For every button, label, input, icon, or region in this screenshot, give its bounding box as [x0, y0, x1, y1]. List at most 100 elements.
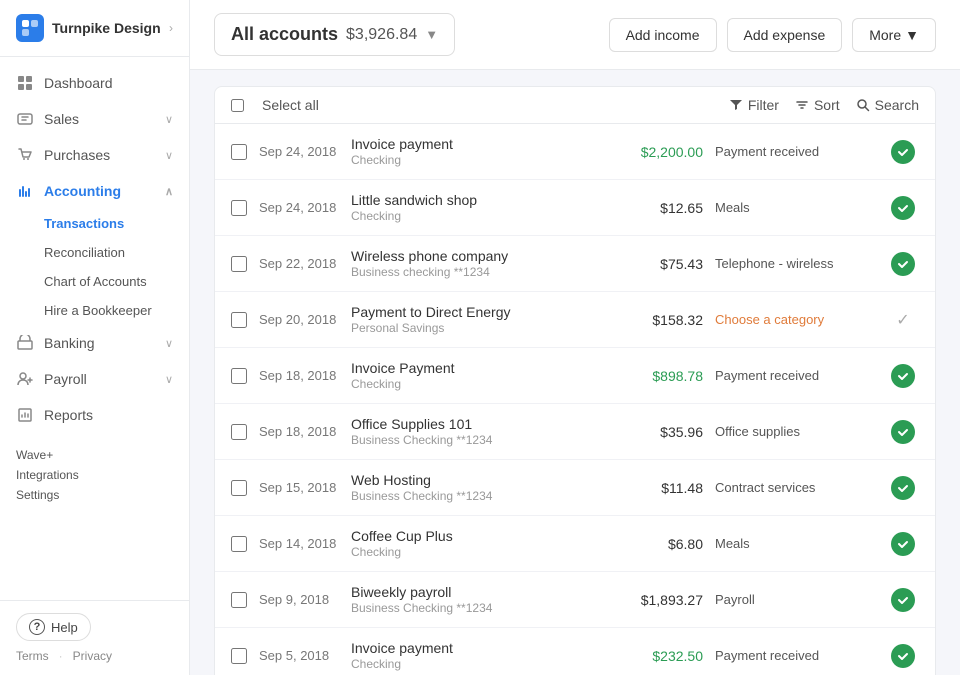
- row-checkbox-7[interactable]: [231, 536, 247, 552]
- row-checkbox-5[interactable]: [231, 424, 247, 440]
- sidebar-item-hire-bookkeeper[interactable]: Hire a Bookkeeper: [0, 296, 189, 325]
- purchases-icon: [16, 146, 34, 164]
- banking-icon: [16, 334, 34, 352]
- tx-status: [887, 532, 919, 556]
- tx-amount: $12.65: [613, 200, 703, 216]
- sidebar-item-accounting[interactable]: Accounting ∧: [0, 173, 189, 209]
- sidebar-item-banking[interactable]: Banking ∨: [0, 325, 189, 361]
- payroll-icon: [16, 370, 34, 388]
- wave-plus-link[interactable]: Wave+: [16, 445, 173, 465]
- row-checkbox-9[interactable]: [231, 648, 247, 664]
- tx-info: Invoice payment Checking: [351, 136, 601, 167]
- tx-status: [887, 476, 919, 500]
- tx-info: Invoice Payment Checking: [351, 360, 601, 391]
- sidebar-item-purchases[interactable]: Purchases ∨: [0, 137, 189, 173]
- transactions-container: Select all Filter Sort Search Sep 24, 20…: [190, 86, 960, 675]
- sidebar-item-dashboard[interactable]: Dashboard: [0, 65, 189, 101]
- tx-name: Invoice payment: [351, 136, 601, 152]
- tx-info: Biweekly payroll Business Checking **123…: [351, 584, 601, 615]
- tx-date: Sep 18, 2018: [259, 368, 339, 383]
- tx-category: Payment received: [715, 368, 875, 383]
- tx-amount: $1,893.27: [613, 592, 703, 608]
- tx-date: Sep 15, 2018: [259, 480, 339, 495]
- tx-account: Business checking **1234: [351, 265, 601, 279]
- accounting-subnav: Transactions Reconciliation Chart of Acc…: [0, 209, 189, 325]
- sidebar-item-sales[interactable]: Sales ∨: [0, 101, 189, 137]
- search-button[interactable]: Search: [856, 97, 919, 113]
- sidebar: Turnpike Design › Dashboard Sales ∨ Purc…: [0, 0, 190, 675]
- tx-account: Business Checking **1234: [351, 433, 601, 447]
- tx-account: Checking: [351, 377, 601, 391]
- tx-info: Little sandwich shop Checking: [351, 192, 601, 223]
- tx-amount: $75.43: [613, 256, 703, 272]
- sort-button[interactable]: Sort: [795, 97, 840, 113]
- accounting-chevron-icon: ∧: [165, 185, 173, 198]
- sidebar-item-reports[interactable]: Reports: [0, 397, 189, 433]
- row-checkbox-3[interactable]: [231, 312, 247, 328]
- privacy-link[interactable]: Privacy: [73, 649, 112, 663]
- row-checkbox-1[interactable]: [231, 200, 247, 216]
- tx-name: Web Hosting: [351, 472, 601, 488]
- tx-category: Payroll: [715, 592, 875, 607]
- transactions-list: Sep 24, 2018 Invoice payment Checking $2…: [214, 124, 936, 675]
- table-row: Sep 18, 2018 Invoice Payment Checking $8…: [215, 348, 935, 404]
- sidebar-footer: ? Help Terms · Privacy: [0, 600, 189, 675]
- sidebar-item-chart-of-accounts[interactable]: Chart of Accounts: [0, 267, 189, 296]
- tx-status: [887, 196, 919, 220]
- header-actions: Add income Add expense More ▼: [609, 18, 936, 52]
- confirmed-icon: [891, 532, 915, 556]
- sidebar-label-accounting: Accounting: [44, 183, 121, 199]
- row-checkbox-8[interactable]: [231, 592, 247, 608]
- sidebar-header[interactable]: Turnpike Design ›: [0, 0, 189, 57]
- account-selector[interactable]: All accounts $3,926.84 ▼: [214, 13, 455, 56]
- brand-logo: [16, 14, 44, 42]
- terms-link[interactable]: Terms: [16, 649, 49, 663]
- table-row: Sep 5, 2018 Invoice payment Checking $23…: [215, 628, 935, 675]
- help-button[interactable]: ? Help: [16, 613, 91, 641]
- footer-links: Terms · Privacy: [16, 649, 173, 663]
- accounting-icon: [16, 182, 34, 200]
- main-header: All accounts $3,926.84 ▼ Add income Add …: [190, 0, 960, 70]
- sort-icon: [795, 98, 809, 112]
- row-checkbox-0[interactable]: [231, 144, 247, 160]
- tx-name: Little sandwich shop: [351, 192, 601, 208]
- tx-info: Wireless phone company Business checking…: [351, 248, 601, 279]
- tx-date: Sep 24, 2018: [259, 200, 339, 215]
- table-row: Sep 24, 2018 Invoice payment Checking $2…: [215, 124, 935, 180]
- sidebar-item-reconciliation[interactable]: Reconciliation: [0, 238, 189, 267]
- tx-status: ✓: [887, 310, 919, 330]
- table-row: Sep 18, 2018 Office Supplies 101 Busines…: [215, 404, 935, 460]
- tx-amount: $158.32: [613, 312, 703, 328]
- sidebar-item-payroll[interactable]: Payroll ∨: [0, 361, 189, 397]
- integrations-link[interactable]: Integrations: [16, 465, 173, 485]
- tx-category: Payment received: [715, 144, 875, 159]
- add-income-button[interactable]: Add income: [609, 18, 717, 52]
- filter-button[interactable]: Filter: [729, 97, 779, 113]
- more-button[interactable]: More ▼: [852, 18, 936, 52]
- confirmed-icon: [891, 588, 915, 612]
- tx-category[interactable]: Choose a category: [715, 312, 875, 327]
- tx-name: Invoice Payment: [351, 360, 601, 376]
- row-checkbox-4[interactable]: [231, 368, 247, 384]
- sidebar-item-transactions[interactable]: Transactions: [0, 209, 189, 238]
- tx-name: Office Supplies 101: [351, 416, 601, 432]
- brand-name: Turnpike Design: [52, 20, 161, 36]
- row-checkbox-6[interactable]: [231, 480, 247, 496]
- row-checkbox-2[interactable]: [231, 256, 247, 272]
- tx-category: Office supplies: [715, 424, 875, 439]
- tx-category: Meals: [715, 536, 875, 551]
- table-header: Select all Filter Sort Search: [214, 86, 936, 124]
- select-all-label: Select all: [262, 97, 319, 113]
- brand-chevron-icon: ›: [169, 21, 173, 35]
- tx-date: Sep 24, 2018: [259, 144, 339, 159]
- sidebar-nav: Dashboard Sales ∨ Purchases ∨ Accounting…: [0, 57, 189, 600]
- tx-status: [887, 364, 919, 388]
- settings-link[interactable]: Settings: [16, 485, 173, 505]
- tx-status: [887, 588, 919, 612]
- search-icon: [856, 98, 870, 112]
- add-expense-button[interactable]: Add expense: [727, 18, 843, 52]
- select-all-checkbox[interactable]: [231, 99, 244, 112]
- account-balance: $3,926.84: [346, 26, 417, 44]
- tx-date: Sep 20, 2018: [259, 312, 339, 327]
- tx-amount: $898.78: [613, 368, 703, 384]
